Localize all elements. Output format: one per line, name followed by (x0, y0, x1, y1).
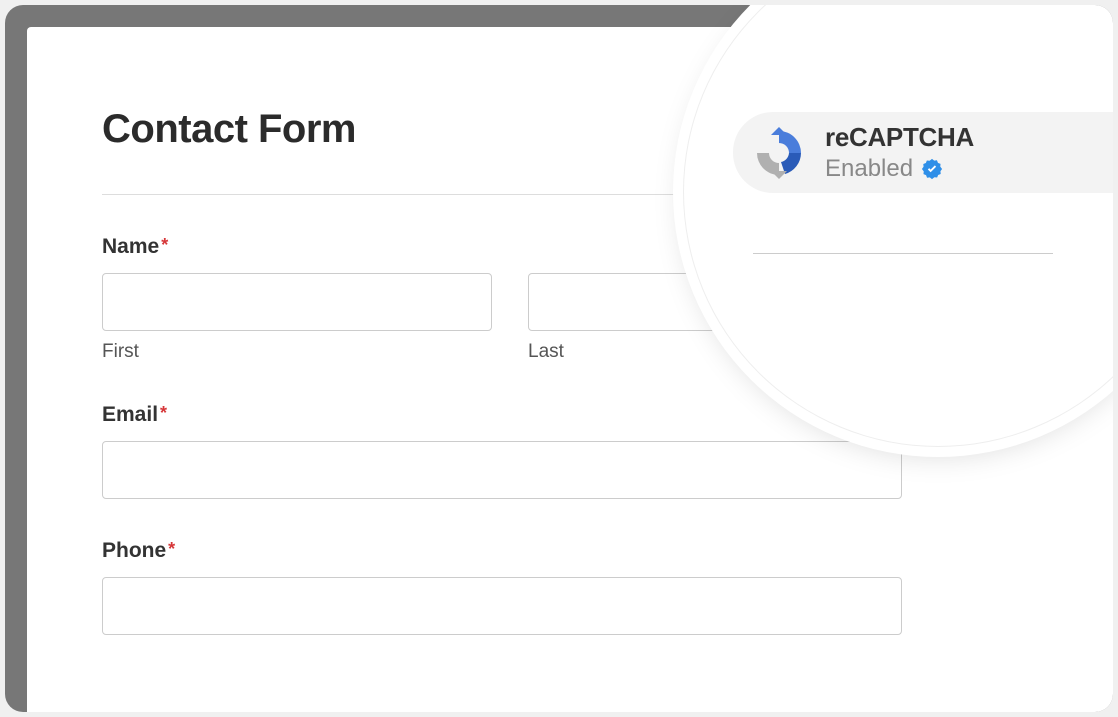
required-marker: * (161, 235, 168, 255)
recaptcha-tile[interactable]: reCAPTCHA Enabled (733, 112, 1113, 193)
email-label: Email (102, 403, 158, 427)
phone-label: Phone (102, 539, 166, 563)
first-name-sublabel: First (102, 341, 492, 363)
phone-input[interactable] (102, 577, 902, 635)
phone-field-block: Phone* (102, 539, 1053, 635)
zoom-divider (753, 253, 1053, 254)
required-marker: * (160, 403, 167, 423)
required-marker: * (168, 539, 175, 559)
first-name-col: First (102, 273, 492, 363)
recaptcha-status: Enabled (825, 155, 913, 183)
recaptcha-title: reCAPTCHA (825, 122, 974, 153)
first-name-input[interactable] (102, 273, 492, 331)
email-input[interactable] (102, 441, 902, 499)
name-label: Name (102, 235, 159, 259)
recaptcha-icon (751, 125, 807, 181)
zoom-callout: reCAPTCHA Enabled (683, 5, 1113, 447)
verified-badge-icon (921, 158, 943, 180)
outer-frame: Contact Form Name* First Last Email* (5, 5, 1113, 712)
form-sheet: Contact Form Name* First Last Email* (27, 27, 1113, 712)
